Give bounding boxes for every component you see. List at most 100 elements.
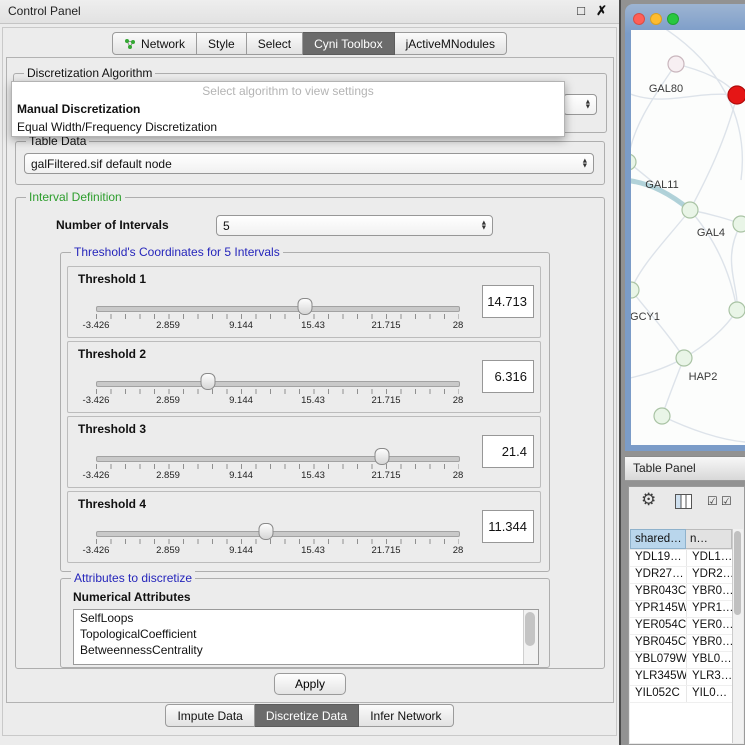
scale-label: 28 xyxy=(453,395,464,406)
threshold-slider-track[interactable] xyxy=(96,456,460,462)
table-row[interactable]: YBL079W YBL0… xyxy=(630,652,733,669)
list-item[interactable]: BetweennessCentrality xyxy=(74,642,538,658)
tab-select[interactable]: Select xyxy=(247,32,303,55)
cell[interactable]: YBL079W xyxy=(630,652,686,668)
cell[interactable]: YDL19… xyxy=(630,550,686,566)
cell[interactable]: YIL052C xyxy=(630,686,686,702)
network-node[interactable] xyxy=(729,302,745,318)
network-canvas[interactable]: GAL80 GAL11 GAL4 GCY1 HAP2 xyxy=(631,30,745,445)
column-header-name[interactable]: n… xyxy=(686,529,732,549)
table-panel-title: Table Panel xyxy=(633,461,696,475)
network-node[interactable] xyxy=(682,202,698,218)
cell[interactable]: YDR2… xyxy=(686,567,732,583)
network-node[interactable] xyxy=(631,282,639,298)
slider-thumb[interactable] xyxy=(201,373,216,390)
scrollbar-thumb[interactable] xyxy=(525,612,535,646)
tab-discretize-data[interactable]: Discretize Data xyxy=(255,704,359,727)
table-panel-header[interactable]: Table Panel xyxy=(625,456,745,481)
cell[interactable]: YER054C xyxy=(630,618,686,634)
network-node[interactable] xyxy=(668,56,684,72)
table-row[interactable]: YER054C YER0… xyxy=(630,618,733,635)
float-window-icon[interactable]: □ xyxy=(577,3,585,18)
table-scrollbar[interactable] xyxy=(732,529,743,743)
control-panel-titlebar: Control Panel □ ✗ xyxy=(0,0,619,24)
network-nodes[interactable] xyxy=(631,56,745,424)
group-title: Discretization Algorithm xyxy=(24,66,155,80)
table-row[interactable]: YDR27… YDR2… xyxy=(630,567,733,584)
cell[interactable]: YBR043C xyxy=(630,584,686,600)
threshold-value-field[interactable]: 11.344 xyxy=(482,510,534,543)
mac-minimize-icon[interactable] xyxy=(650,13,662,25)
table-row[interactable]: YIL052C YIL0… xyxy=(630,686,733,703)
apply-button[interactable]: Apply xyxy=(274,673,346,695)
network-node[interactable] xyxy=(676,350,692,366)
dropdown-option-equal-width[interactable]: Equal Width/Frequency Discretization xyxy=(12,118,564,136)
column-header-shared-name[interactable]: shared… xyxy=(630,529,686,549)
table-row[interactable]: YBR043C YBR0… xyxy=(630,584,733,601)
threshold-slider-track[interactable] xyxy=(96,531,460,537)
threshold-slider-track[interactable] xyxy=(96,381,460,387)
scrollbar-thumb[interactable] xyxy=(734,531,741,615)
tab-network[interactable]: Network xyxy=(112,32,197,55)
cell[interactable]: YIL0… xyxy=(686,686,732,702)
cell[interactable]: YBL0… xyxy=(686,652,732,668)
list-item[interactable]: SelfLoops xyxy=(74,610,538,626)
scale-label: 28 xyxy=(453,320,464,331)
close-icon[interactable]: ✗ xyxy=(596,3,607,19)
mac-zoom-icon[interactable] xyxy=(667,13,679,25)
tab-style[interactable]: Style xyxy=(197,32,247,55)
algorithm-select[interactable]: ▲▼ xyxy=(563,94,597,115)
cell[interactable]: YLR345W xyxy=(630,669,686,685)
tab-infer-network[interactable]: Infer Network xyxy=(359,704,453,727)
cell[interactable]: YDR27… xyxy=(630,567,686,583)
updown-arrows-icon: ▲▼ xyxy=(476,221,486,231)
tab-label: jActiveMNodules xyxy=(406,37,495,51)
cell[interactable]: YDL1… xyxy=(686,550,732,566)
scale-label: 21.715 xyxy=(371,470,400,481)
slider-thumb[interactable] xyxy=(375,448,390,465)
checkbox-icon[interactable]: ☑ xyxy=(707,494,718,508)
cell[interactable]: YBR045C xyxy=(630,635,686,651)
slider-thumb[interactable] xyxy=(298,298,313,315)
dropdown-prompt-option[interactable]: Select algorithm to view settings xyxy=(12,82,564,100)
scale-label: 15.43 xyxy=(301,395,325,406)
threshold-value-field[interactable]: 6.316 xyxy=(482,360,534,393)
cell[interactable]: YBR0… xyxy=(686,584,732,600)
cell[interactable]: YLR3… xyxy=(686,669,732,685)
tab-cyni-toolbox[interactable]: Cyni Toolbox xyxy=(303,32,394,55)
table-row[interactable]: YBR045C YBR0… xyxy=(630,635,733,652)
list-item[interactable]: TopologicalCoefficient xyxy=(74,626,538,642)
table-row[interactable]: YLR345W YLR3… xyxy=(630,669,733,686)
network-node-selected[interactable] xyxy=(728,86,745,104)
cell[interactable]: YPR1… xyxy=(686,601,732,617)
table-data-select[interactable]: galFiltered.sif default node ▲▼ xyxy=(24,153,594,174)
threshold-coordinates-group: Threshold's Coordinates for 5 Intervals … xyxy=(60,252,550,572)
top-tab-bar: Network Style Select Cyni Toolbox jActiv… xyxy=(0,32,619,55)
cell[interactable]: YPR145W xyxy=(630,601,686,617)
network-node-labels: GAL80 GAL11 GAL4 GCY1 HAP2 xyxy=(631,83,725,383)
table-row[interactable]: YDL19… YDL1… xyxy=(630,550,733,567)
number-of-intervals-label: Number of Intervals xyxy=(56,218,169,232)
gear-icon[interactable]: ⚙ xyxy=(641,490,656,510)
dropdown-option-manual[interactable]: Manual Discretization xyxy=(12,100,564,118)
threshold-value-field[interactable]: 21.4 xyxy=(482,435,534,468)
cell[interactable]: YER0… xyxy=(686,618,732,634)
network-graph[interactable]: GAL80 GAL11 GAL4 GCY1 HAP2 xyxy=(631,30,745,445)
mac-close-icon[interactable] xyxy=(633,13,645,25)
network-node-label: GCY1 xyxy=(631,311,660,323)
tab-impute-data[interactable]: Impute Data xyxy=(165,704,254,727)
network-node[interactable] xyxy=(733,216,745,232)
columns-icon[interactable] xyxy=(675,494,692,509)
scale-label: -3.426 xyxy=(83,470,110,481)
checkbox-icon[interactable]: ☑ xyxy=(721,494,732,508)
list-scrollbar[interactable] xyxy=(523,610,538,664)
tab-jactivemnodules[interactable]: jActiveMNodules xyxy=(395,32,507,55)
number-of-intervals-select[interactable]: 5 ▲▼ xyxy=(216,215,493,236)
scale-label: 21.715 xyxy=(371,395,400,406)
threshold-value-field[interactable]: 14.713 xyxy=(482,285,534,318)
table-row[interactable]: YPR145W YPR1… xyxy=(630,601,733,618)
slider-thumb[interactable] xyxy=(259,523,274,540)
cell[interactable]: YBR0… xyxy=(686,635,732,651)
threshold-slider-track[interactable] xyxy=(96,306,460,312)
network-node[interactable] xyxy=(654,408,670,424)
